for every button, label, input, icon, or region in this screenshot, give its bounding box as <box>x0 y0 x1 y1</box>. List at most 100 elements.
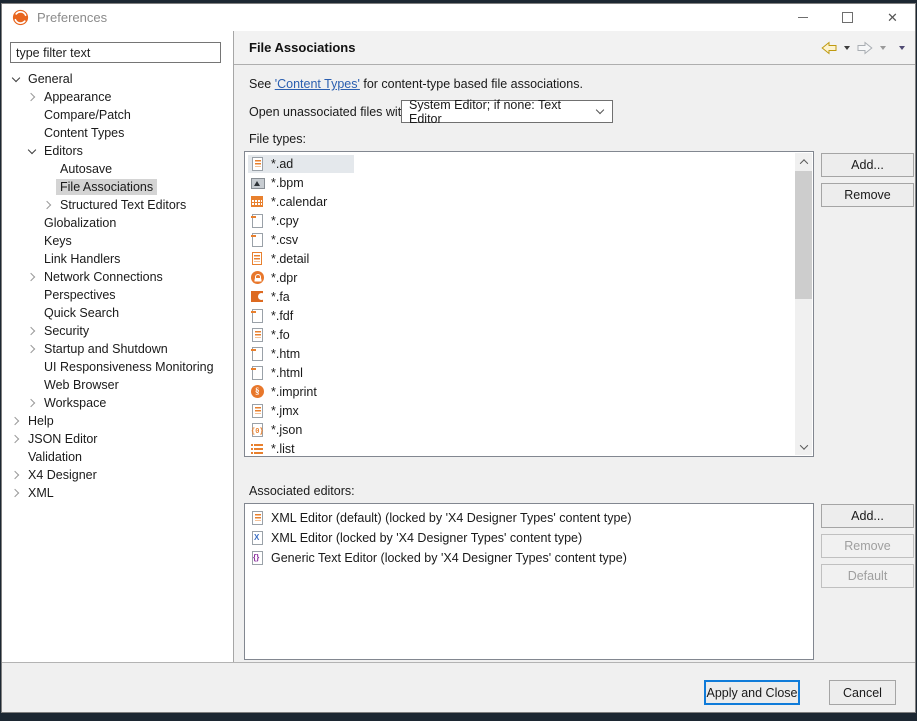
file-type-row-bpm[interactable]: *.bpm <box>246 173 795 192</box>
sidebar-item-label: Web Browser <box>40 377 123 393</box>
filter-input[interactable] <box>10 42 221 63</box>
sidebar-item-link-handlers[interactable]: Link Handlers <box>2 250 233 268</box>
associated-editor-label: Generic Text Editor (locked by 'X4 Desig… <box>271 551 627 565</box>
file-type-row-html[interactable]: *.html <box>246 363 795 382</box>
scrollbar-thumb[interactable] <box>795 171 812 299</box>
content-types-link[interactable]: 'Content Types' <box>275 77 360 91</box>
view-menu-icon[interactable] <box>899 46 905 50</box>
tree-indent <box>24 377 40 393</box>
sidebar-item-compare-patch[interactable]: Compare/Patch <box>2 106 233 124</box>
chevron-right-icon[interactable] <box>24 323 40 339</box>
editors-add-button[interactable]: Add... <box>821 504 914 528</box>
chevron-right-icon[interactable] <box>24 89 40 105</box>
chevron-right-icon[interactable] <box>24 269 40 285</box>
apply-and-close-button[interactable]: Apply and Close <box>704 680 800 705</box>
file-type-row-cpy[interactable]: *.cpy <box>246 211 795 230</box>
associated-editor-row[interactable]: XML Editor (locked by 'X4 Designer Types… <box>246 528 812 548</box>
sidebar-item-label: JSON Editor <box>24 431 101 447</box>
image-icon <box>250 175 266 191</box>
file-type-row-imprint[interactable]: *.imprint <box>246 382 795 401</box>
sidebar-item-network-connections[interactable]: Network Connections <box>2 268 233 286</box>
associated-editor-row[interactable]: XML Editor (default) (locked by 'X4 Desi… <box>246 508 812 528</box>
chevron-right-icon[interactable] <box>24 341 40 357</box>
file-type-label: *.bpm <box>271 176 304 190</box>
file-type-row-fo[interactable]: *.fo <box>246 325 795 344</box>
sidebar-item-label: Quick Search <box>40 305 123 321</box>
file-type-label: *.csv <box>271 233 298 247</box>
sidebar-item-label: Startup and Shutdown <box>40 341 172 357</box>
sidebar-item-validation[interactable]: Validation <box>2 448 233 466</box>
sidebar-item-keys[interactable]: Keys <box>2 232 233 250</box>
open-with-select[interactable]: System Editor; if none: Text Editor <box>401 100 613 123</box>
sidebar-item-file-associations[interactable]: File Associations <box>2 178 233 196</box>
cancel-button[interactable]: Cancel <box>829 680 896 705</box>
file-type-row-fdf[interactable]: *.fdf <box>246 306 795 325</box>
sidebar-item-web-browser[interactable]: Web Browser <box>2 376 233 394</box>
back-icon[interactable] <box>821 41 837 55</box>
associated-editor-row[interactable]: Generic Text Editor (locked by 'X4 Desig… <box>246 548 812 568</box>
maximize-icon <box>842 12 853 23</box>
sidebar-item-security[interactable]: Security <box>2 322 233 340</box>
file-type-row-json[interactable]: *.json <box>246 420 795 439</box>
chevron-right-icon[interactable] <box>8 431 24 447</box>
file-types-add-button[interactable]: Add... <box>821 153 914 177</box>
sidebar-item-ui-responsiveness-monitoring[interactable]: UI Responsiveness Monitoring <box>2 358 233 376</box>
doc-lines-icon <box>250 327 266 343</box>
file-icon <box>250 308 266 324</box>
sidebar-item-quick-search[interactable]: Quick Search <box>2 304 233 322</box>
chevron-down-icon[interactable] <box>24 143 40 159</box>
sidebar-item-xml[interactable]: XML <box>2 484 233 502</box>
sidebar-item-autosave[interactable]: Autosave <box>2 160 233 178</box>
file-type-row-jmx[interactable]: *.jmx <box>246 401 795 420</box>
file-type-row-dpr[interactable]: *.dpr <box>246 268 795 287</box>
scrollbar[interactable] <box>795 153 812 455</box>
sidebar-item-startup-and-shutdown[interactable]: Startup and Shutdown <box>2 340 233 358</box>
sidebar-item-editors[interactable]: Editors <box>2 142 233 160</box>
file-types-list: *.ad *.bpm *.calendar*.cpy *.csv *.detail*.d… <box>244 151 814 457</box>
file-type-row-calendar[interactable]: *.calendar <box>246 192 795 211</box>
file-type-label: *.html <box>271 366 303 380</box>
tree-indent <box>24 107 40 123</box>
file-types-label: File types: <box>249 132 306 146</box>
sidebar-item-globalization[interactable]: Globalization <box>2 214 233 232</box>
maximize-button[interactable] <box>825 4 870 31</box>
chevron-right-icon[interactable] <box>8 485 24 501</box>
file-icon <box>250 346 266 362</box>
sidebar-item-content-types[interactable]: Content Types <box>2 124 233 142</box>
tree-indent <box>24 287 40 303</box>
tree-indent <box>40 161 56 177</box>
sidebar-item-appearance[interactable]: Appearance <box>2 88 233 106</box>
sidebar-item-perspectives[interactable]: Perspectives <box>2 286 233 304</box>
back-history-dropdown-icon[interactable] <box>844 46 850 50</box>
scroll-down-icon[interactable] <box>795 438 812 455</box>
chevron-down-icon <box>596 106 604 114</box>
scroll-up-icon[interactable] <box>795 153 812 170</box>
sidebar-item-json-editor[interactable]: JSON Editor <box>2 430 233 448</box>
file-type-row-htm[interactable]: *.htm <box>246 344 795 363</box>
close-button[interactable]: ✕ <box>870 4 915 31</box>
file-type-row-fa[interactable]: *.fa <box>246 287 795 306</box>
associated-editor-label: XML Editor (default) (locked by 'X4 Desi… <box>271 511 632 525</box>
panel-header: File Associations <box>234 31 915 65</box>
sidebar-item-general[interactable]: General <box>2 70 233 88</box>
minimize-button[interactable] <box>780 4 825 31</box>
file-type-row-list[interactable]: *.list <box>246 439 795 455</box>
file-types-remove-button[interactable]: Remove <box>821 183 914 207</box>
close-icon: ✕ <box>887 11 898 24</box>
file-type-row-csv[interactable]: *.csv <box>246 230 795 249</box>
chevron-down-icon[interactable] <box>8 71 24 87</box>
chevron-right-icon[interactable] <box>40 197 56 213</box>
sidebar-item-structured-text-editors[interactable]: Structured Text Editors <box>2 196 233 214</box>
list-icon <box>250 441 266 456</box>
file-type-row-detail[interactable]: *.detail <box>246 249 795 268</box>
sidebar-item-label: Compare/Patch <box>40 107 135 123</box>
chevron-right-icon[interactable] <box>8 467 24 483</box>
sidebar-item-help[interactable]: Help <box>2 412 233 430</box>
file-type-row-ad[interactable]: *.ad <box>246 154 795 173</box>
tree-indent <box>8 449 24 465</box>
sidebar-item-x4-designer[interactable]: X4 Designer <box>2 466 233 484</box>
chevron-right-icon[interactable] <box>8 413 24 429</box>
chevron-right-icon[interactable] <box>24 395 40 411</box>
minimize-icon <box>798 17 808 18</box>
sidebar-item-workspace[interactable]: Workspace <box>2 394 233 412</box>
